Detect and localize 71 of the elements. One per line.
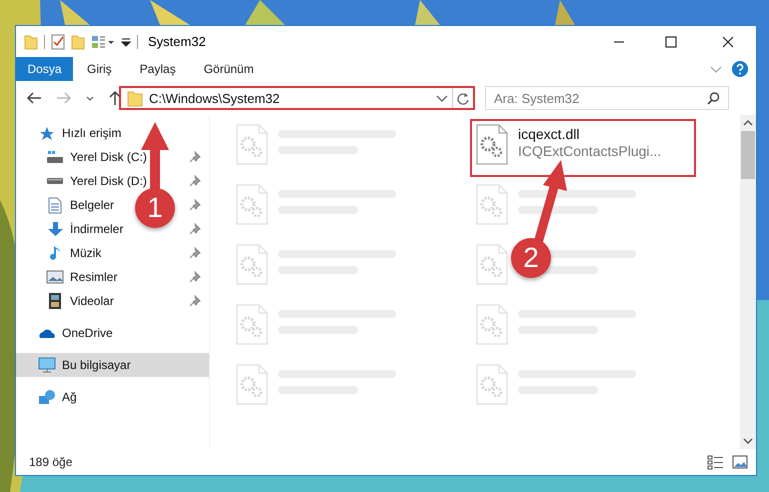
ribbon-tab[interactable]: Giriş [73,57,126,81]
nav-item[interactable]: İndirmeler [70,222,124,236]
scroll-down-icon[interactable] [743,437,753,445]
address-bar[interactable]: C:\Windows\System32 [119,86,475,110]
gear-file-icon [476,124,508,165]
star-icon [39,126,55,140]
file-item[interactable]: icqexct.dll ICQExtContactsPlugi... [470,119,696,177]
gear-file-icon [236,244,268,285]
maximize-icon[interactable] [665,36,677,48]
gear-file-icon [236,364,268,405]
folder-icon [127,90,143,106]
pin-icon[interactable] [189,151,201,163]
scroll-up-icon[interactable] [743,119,753,127]
pin-icon[interactable] [189,247,201,259]
nav-item[interactable]: Resimler [70,270,118,284]
film-icon [48,293,62,309]
pin-icon[interactable] [189,271,201,283]
file-name: icqexct.dll [518,126,580,143]
music-icon [48,245,62,261]
network-icon [38,389,56,405]
customize-toolbar-icon[interactable] [121,36,131,46]
nav-item[interactable]: Yerel Disk (C:) [70,150,147,164]
recent-locations-icon[interactable] [86,96,94,100]
search-field[interactable]: Ara: System32 [485,86,729,110]
file-type: ICQExtContactsPlugi... [518,143,662,160]
image-icon [46,270,64,284]
nav-item[interactable]: OneDrive [16,321,209,345]
pin-icon[interactable] [189,199,201,211]
drive-icon [46,178,64,184]
scroll-thumb[interactable] [741,131,755,179]
search-icon[interactable] [707,92,720,105]
gear-file-icon [476,244,508,285]
nav-item[interactable]: Bu bilgisayar [16,353,209,377]
gear-file-icon [476,304,508,345]
up-icon[interactable] [108,90,122,106]
computer-icon [38,357,56,373]
ribbon-tab[interactable]: Görünüm [190,57,268,81]
view-options-icon[interactable] [91,34,115,50]
nav-item[interactable]: Ağ [16,385,209,409]
gear-file-icon [476,364,508,405]
gear-file-icon [236,304,268,345]
pin-icon[interactable] [189,223,201,235]
drive-icon [46,151,64,163]
nav-item[interactable]: Belgeler [70,198,114,212]
gear-file-icon [236,124,268,165]
nav-item[interactable]: Hızlı erişim [16,121,209,145]
nav-item[interactable]: Videolar [70,294,114,308]
gear-file-icon [236,184,268,225]
properties-icon[interactable] [51,34,65,50]
download-icon [46,221,64,237]
help-icon[interactable] [732,61,748,77]
gear-file-icon [476,184,508,225]
palm-leaf [555,0,575,25]
expand-ribbon-icon[interactable] [710,66,722,72]
pin-icon[interactable] [189,175,201,187]
large-icons-view-icon[interactable] [732,455,748,469]
ribbon-tab[interactable]: Paylaş [126,57,190,81]
nav-item[interactable]: Müzik [70,246,102,260]
dropdown-icon[interactable] [436,94,448,102]
details-view-icon[interactable] [707,454,724,470]
document-icon [48,196,62,214]
window-title: System32 [148,34,206,49]
back-icon[interactable] [26,91,42,105]
pin-icon[interactable] [189,295,201,307]
ribbon-tab[interactable]: Dosya [16,57,73,81]
cloud-icon [38,327,56,339]
scrollbar[interactable] [740,115,756,449]
close-icon[interactable] [722,36,734,48]
refresh-icon[interactable] [457,92,469,104]
item-count: 189 öğe [29,455,72,469]
nav-item[interactable]: Yerel Disk (D:) [70,174,147,188]
